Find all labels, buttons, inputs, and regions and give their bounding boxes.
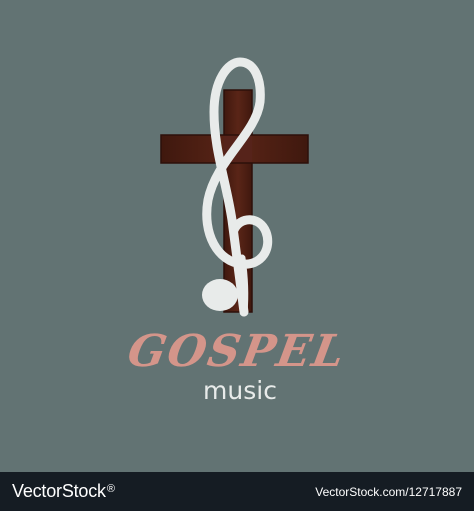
- cross-icon: [160, 89, 309, 313]
- clef-note-dot: [202, 279, 238, 311]
- logo-subtitle: music: [203, 376, 277, 405]
- registered-mark: ®: [106, 482, 115, 495]
- logo-title: GOSPEL: [123, 326, 351, 377]
- watermark-footer: VectorStock ® VectorStock.com/12717887: [0, 472, 474, 511]
- logo-artwork: GOSPEL music: [0, 0, 474, 472]
- vectorstock-logo: VectorStock ®: [12, 481, 115, 502]
- brand-name: VectorStock: [12, 481, 106, 501]
- stock-id: VectorStock.com/12717887: [315, 485, 462, 499]
